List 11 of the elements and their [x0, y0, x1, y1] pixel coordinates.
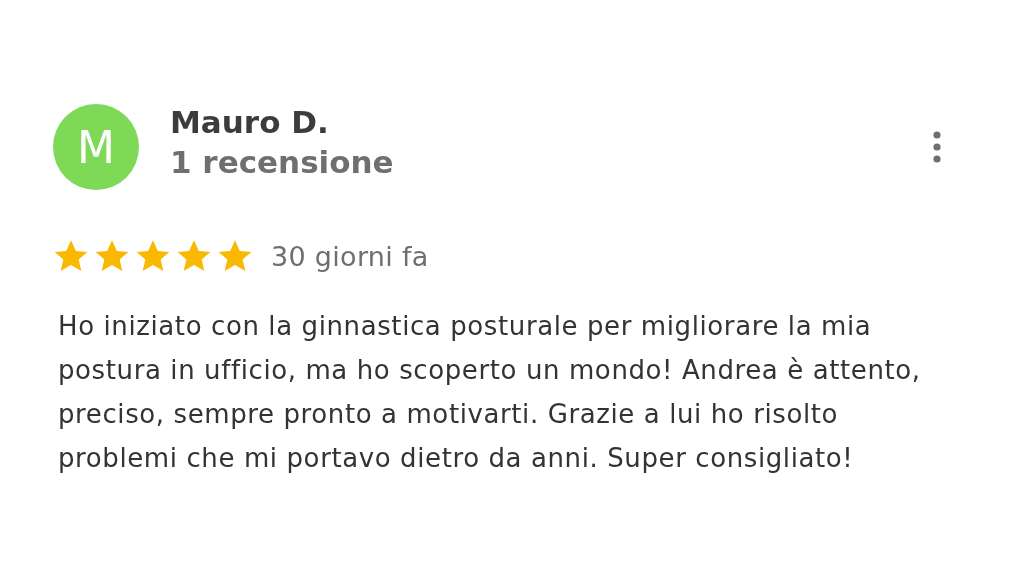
avatar: M	[53, 104, 139, 190]
star-icon	[53, 238, 89, 274]
author-name[interactable]: Mauro D.	[170, 102, 329, 142]
star-icon	[176, 238, 212, 274]
review-count: 1 recensione	[170, 143, 394, 182]
star-icon	[135, 238, 171, 274]
star-icon	[94, 238, 130, 274]
star-icon	[217, 238, 253, 274]
review-text: Ho iniziato con la ginnastica posturale per migliorare la mia postura in ufficio, ma ho scoperto un mondo! Andrea è attento, preciso, sempre pronto a motivarti. Grazie a lui ho risolto problemi che mi portavo dietro da anni. Super consigliato!	[58, 310, 922, 475]
review-date: 30 giorni fa	[271, 240, 429, 272]
more-menu-icon[interactable]	[932, 130, 942, 164]
